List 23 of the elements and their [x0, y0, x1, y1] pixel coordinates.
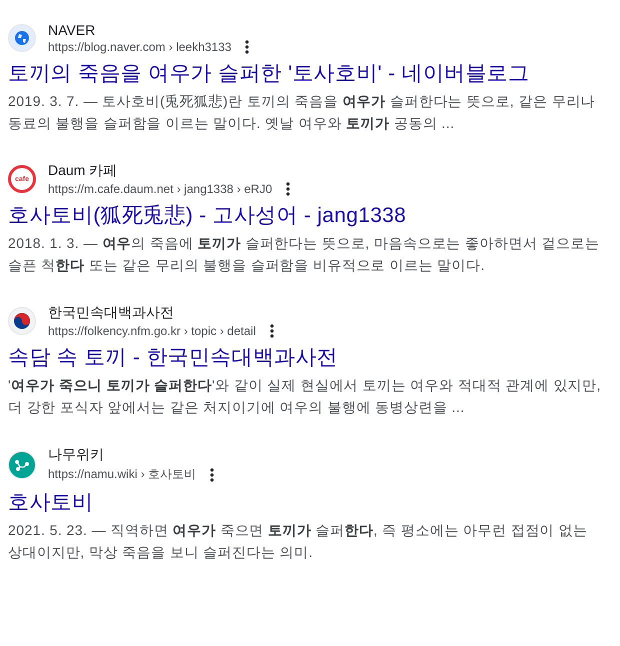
more-options-icon[interactable] — [210, 468, 214, 482]
site-name: NAVER — [48, 22, 96, 38]
result-snippet: '여우가 죽으니 토끼가 슬퍼한다'와 같이 실제 현실에서 토끼는 여우와 적대적 관계에 있지만, 더 강한 포식자 앞에서는 같은 처지이기에 여우의 불행에 동병상련을 ... — [8, 376, 602, 417]
result-title-link[interactable]: 토끼의 죽음을 여우가 슬퍼한 '토사호비' - 네이버블로그 — [8, 60, 608, 88]
result-url: https://blog.naver.com › leekh3133 — [48, 40, 232, 54]
site-name: 한국민속대백과사전 — [48, 304, 175, 322]
site-name: 나무위키 — [48, 446, 105, 464]
tree-nodes-icon — [8, 450, 36, 478]
result-title-link[interactable]: 호사토비 — [8, 489, 608, 517]
result-url: https://folkency.nfm.go.kr › topic › detail — [48, 324, 256, 338]
more-options-icon[interactable] — [245, 40, 250, 54]
result-snippet: 2019. 3. 7. — 토사호비(兎死狐悲)란 토끼의 죽음을 여우가 슬퍼한다는 뜻으로, 같은 무리나 동료의 불행을 슬퍼함을 이르는 말이다. 옛날 여우와 토끼가 공동의 ... — [8, 92, 596, 133]
result-snippet: 2018. 1. 3. — 여우의 죽음에 토끼가 슬퍼한다는 뜻으로, 마음속으로는 좋아하면서 겉으로는 슬픈 척한다 또는 같은 무리의 불행을 슬퍼함을 비유적으로 이르는 말이다. — [8, 234, 600, 275]
site-name: Daum 카페 — [48, 162, 118, 180]
more-options-icon[interactable] — [286, 182, 290, 196]
result-title-link[interactable]: 속담 속 토끼 - 한국민속대백과사전 — [8, 344, 608, 372]
result-title-link[interactable]: 호사토비(狐死兎悲) - 고사성어 - jang1338 — [8, 202, 608, 230]
taegeuk-icon — [8, 307, 36, 335]
result-url: https://namu.wiki › 호사토비 — [48, 466, 196, 483]
result-url: https://m.cafe.daum.net › jang1338 › eRJ0 — [48, 182, 272, 196]
more-options-icon[interactable] — [270, 324, 274, 338]
globe-icon — [8, 24, 36, 52]
result-snippet: 2021. 5. 23. — 직역하면 여우가 죽으면 토끼가 슬퍼한다, 즉 평소에는 아무런 접점이 없는 상대이지만, 막상 죽음을 보니 슬퍼진다는 의미. — [8, 521, 588, 562]
